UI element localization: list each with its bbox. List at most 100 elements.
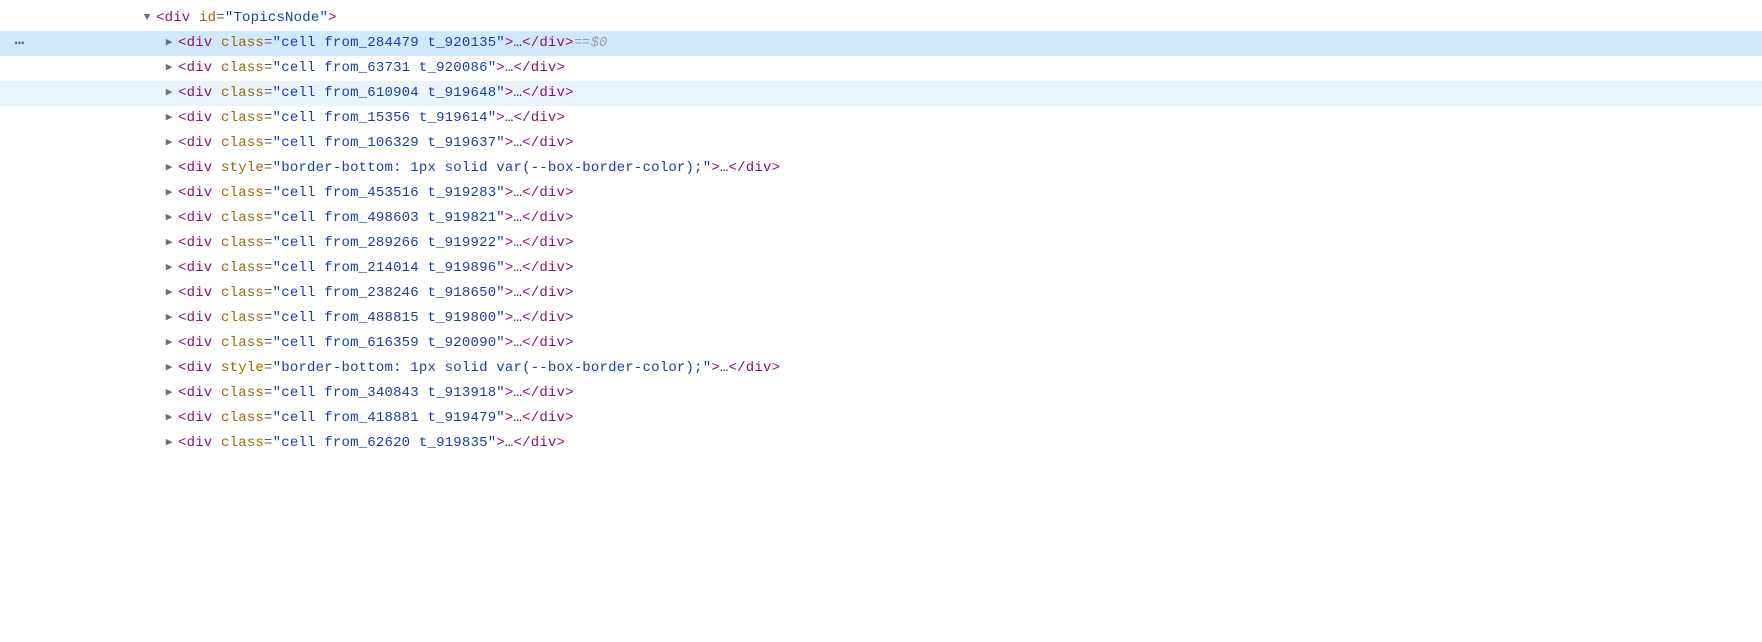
code-token: >: [505, 210, 514, 226]
element-tag[interactable]: <div class="cell from_63731 t_920086">…<…: [178, 58, 565, 79]
code-token: "cell from_340843 t_913918": [273, 385, 505, 401]
dom-tree-row[interactable]: ▶<div class="cell from_106329 t_919637">…: [0, 131, 1762, 156]
code-token: style: [221, 360, 264, 376]
dom-tree-row[interactable]: ⋯ ▶<div class="cell from_284479 t_920135"…: [0, 31, 1762, 56]
dom-tree-row[interactable]: ▼<div id="TopicsNode">: [0, 6, 1762, 31]
code-token: >: [496, 60, 505, 76]
dom-tree-row[interactable]: ▶<div class="cell from_238246 t_918650">…: [0, 281, 1762, 306]
code-token: <: [178, 160, 187, 176]
code-token: </: [729, 160, 746, 176]
ellipsis-icon[interactable]: ⋯: [15, 32, 26, 56]
code-token: "cell from_289266 t_919922": [273, 235, 505, 251]
code-token: =: [264, 235, 273, 251]
element-tag[interactable]: <div class="cell from_453516 t_919283">……: [178, 183, 574, 204]
code-token: style: [221, 160, 264, 176]
element-tag[interactable]: <div class="cell from_616359 t_920090">……: [178, 333, 574, 354]
element-tag[interactable]: <div style="border-bottom: 1px solid var…: [178, 358, 780, 379]
chevron-right-icon[interactable]: ▶: [162, 385, 176, 402]
chevron-right-icon[interactable]: ▶: [162, 85, 176, 102]
element-tag[interactable]: <div class="cell from_15356 t_919614">…<…: [178, 108, 565, 129]
code-token: div: [746, 360, 772, 376]
dom-tree-row[interactable]: ▶<div class="cell from_610904 t_919648">…: [0, 81, 1762, 106]
chevron-right-icon[interactable]: ▶: [162, 360, 176, 377]
element-tag[interactable]: <div class="cell from_488815 t_919800">……: [178, 308, 574, 329]
chevron-right-icon[interactable]: ▶: [162, 335, 176, 352]
code-token: class: [221, 235, 264, 251]
chevron-right-icon[interactable]: ▶: [162, 35, 176, 52]
code-token: div: [187, 360, 213, 376]
dom-tree-row[interactable]: ▶<div class="cell from_453516 t_919283">…: [0, 181, 1762, 206]
element-tag[interactable]: <div style="border-bottom: 1px solid var…: [178, 158, 780, 179]
code-token: </: [514, 435, 531, 451]
code-token: div: [187, 335, 213, 351]
chevron-right-icon[interactable]: ▶: [162, 60, 176, 77]
code-token: div: [187, 60, 213, 76]
element-tag[interactable]: <div class="cell from_284479 t_920135">……: [178, 33, 574, 54]
dom-tree[interactable]: ▼<div id="TopicsNode">⋯▶<div class="cell…: [0, 0, 1762, 456]
element-tag[interactable]: <div id="TopicsNode">: [156, 8, 337, 29]
element-tag[interactable]: <div class="cell from_340843 t_913918">……: [178, 383, 574, 404]
chevron-right-icon[interactable]: ▶: [162, 410, 176, 427]
dom-tree-row[interactable]: ▶<div class="cell from_340843 t_913918">…: [0, 381, 1762, 406]
code-token: …: [514, 35, 523, 51]
code-token: …: [514, 285, 523, 301]
code-token: <: [178, 135, 187, 151]
code-token: >: [505, 385, 514, 401]
element-tag[interactable]: <div class="cell from_289266 t_919922">……: [178, 233, 574, 254]
element-tag[interactable]: <div class="cell from_418881 t_919479">……: [178, 408, 574, 429]
dom-tree-row[interactable]: ▶<div style="border-bottom: 1px solid va…: [0, 356, 1762, 381]
chevron-down-icon[interactable]: ▼: [140, 10, 154, 27]
code-token: [212, 435, 221, 451]
code-token: =: [264, 110, 273, 126]
dom-tree-row[interactable]: ▶<div class="cell from_488815 t_919800">…: [0, 306, 1762, 331]
dom-tree-row[interactable]: ▶<div style="border-bottom: 1px solid va…: [0, 156, 1762, 181]
element-tag[interactable]: <div class="cell from_214014 t_919896">……: [178, 258, 574, 279]
dom-tree-row[interactable]: ▶<div class="cell from_289266 t_919922">…: [0, 231, 1762, 256]
dom-tree-row[interactable]: ▶<div class="cell from_616359 t_920090">…: [0, 331, 1762, 356]
chevron-right-icon[interactable]: ▶: [162, 110, 176, 127]
code-token: "cell from_418881 t_919479": [273, 410, 505, 426]
chevron-right-icon[interactable]: ▶: [162, 135, 176, 152]
dom-tree-row[interactable]: ▶<div class="cell from_15356 t_919614">……: [0, 106, 1762, 131]
code-token: …: [514, 335, 523, 351]
code-token: </: [514, 110, 531, 126]
element-tag[interactable]: <div class="cell from_106329 t_919637">……: [178, 133, 574, 154]
code-token: class: [221, 335, 264, 351]
element-tag[interactable]: <div class="cell from_238246 t_918650">……: [178, 283, 574, 304]
chevron-right-icon[interactable]: ▶: [162, 210, 176, 227]
code-token: </: [522, 410, 539, 426]
chevron-right-icon[interactable]: ▶: [162, 285, 176, 302]
chevron-right-icon[interactable]: ▶: [162, 160, 176, 177]
code-token: </: [522, 335, 539, 351]
code-token: >: [565, 285, 574, 301]
element-tag[interactable]: <div class="cell from_498603 t_919821">……: [178, 208, 574, 229]
code-token: >: [505, 135, 514, 151]
code-token: class: [221, 310, 264, 326]
row-gutter[interactable]: ⋯: [0, 32, 40, 56]
code-token: >: [565, 310, 574, 326]
chevron-right-icon[interactable]: ▶: [162, 310, 176, 327]
code-token: >: [772, 360, 781, 376]
code-token: <: [178, 210, 187, 226]
dom-tree-row[interactable]: ▶<div class="cell from_63731 t_920086">……: [0, 56, 1762, 81]
code-token: >: [505, 410, 514, 426]
element-tag[interactable]: <div class="cell from_62620 t_919835">…<…: [178, 433, 565, 454]
dom-tree-row[interactable]: ▶<div class="cell from_62620 t_919835">……: [0, 431, 1762, 456]
dom-tree-row[interactable]: ▶<div class="cell from_498603 t_919821">…: [0, 206, 1762, 231]
code-token: [212, 35, 221, 51]
chevron-right-icon[interactable]: ▶: [162, 235, 176, 252]
dom-tree-row[interactable]: ▶<div class="cell from_418881 t_919479">…: [0, 406, 1762, 431]
chevron-right-icon[interactable]: ▶: [162, 260, 176, 277]
code-token: </: [729, 360, 746, 376]
chevron-right-icon[interactable]: ▶: [162, 185, 176, 202]
code-token: class: [221, 410, 264, 426]
element-tag[interactable]: <div class="cell from_610904 t_919648">……: [178, 83, 574, 104]
code-token: =: [264, 160, 273, 176]
code-token: [212, 85, 221, 101]
dom-tree-row[interactable]: ▶<div class="cell from_214014 t_919896">…: [0, 256, 1762, 281]
code-token: >: [557, 110, 566, 126]
code-token: div: [539, 410, 565, 426]
code-token: =: [264, 210, 273, 226]
code-token: div: [539, 135, 565, 151]
chevron-right-icon[interactable]: ▶: [162, 435, 176, 452]
